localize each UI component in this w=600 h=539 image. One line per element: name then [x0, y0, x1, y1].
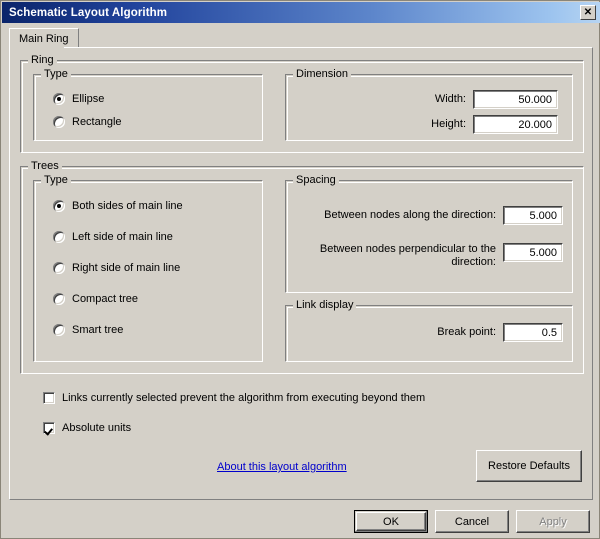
- ring-group-title: Ring: [28, 54, 57, 66]
- cancel-button[interactable]: Cancel: [435, 510, 509, 533]
- radio-ellipse[interactable]: Ellipse: [53, 93, 104, 105]
- restore-defaults-button[interactable]: Restore Defaults: [476, 450, 582, 482]
- break-point-label: Break point:: [386, 326, 496, 339]
- trees-group-title: Trees: [28, 160, 62, 172]
- trees-type-group-title: Type: [41, 174, 71, 186]
- radio-both-sides[interactable]: Both sides of main line: [53, 200, 183, 212]
- radio-smart-tree-label: Smart tree: [72, 324, 123, 336]
- width-value: 50.000: [518, 94, 552, 106]
- apply-button[interactable]: Apply: [516, 510, 590, 533]
- dialog-window: Schematic Layout Algorithm ✕ Main Ring R…: [0, 0, 600, 539]
- radio-compact-tree-indicator: [53, 293, 65, 305]
- radio-smart-tree-indicator: [53, 324, 65, 336]
- title-bar[interactable]: Schematic Layout Algorithm ✕: [2, 2, 600, 23]
- radio-both-sides-label: Both sides of main line: [72, 200, 183, 212]
- spacing-perpendicular-input[interactable]: 5.000: [503, 243, 563, 262]
- tab-strip: Main Ring: [9, 28, 593, 48]
- tab-main-ring[interactable]: Main Ring: [9, 28, 79, 48]
- radio-left-side-indicator: [53, 231, 65, 243]
- tab-main-ring-label: Main Ring: [19, 33, 69, 45]
- about-layout-algorithm-link[interactable]: About this layout algorithm: [217, 461, 347, 473]
- radio-rectangle-label: Rectangle: [72, 116, 122, 128]
- close-button[interactable]: ✕: [580, 5, 596, 20]
- height-value: 20.000: [518, 119, 552, 131]
- radio-rectangle[interactable]: Rectangle: [53, 116, 122, 128]
- spacing-along-label: Between nodes along the direction:: [296, 209, 496, 222]
- radio-compact-tree-label: Compact tree: [72, 293, 138, 305]
- break-point-value: 0.5: [542, 327, 557, 339]
- checkbox-absolute-units[interactable]: Absolute units: [43, 422, 131, 434]
- spacing-along-input[interactable]: 5.000: [503, 206, 563, 225]
- restore-defaults-label: Restore Defaults: [488, 460, 570, 472]
- spacing-perpendicular-value: 5.000: [529, 247, 557, 259]
- close-icon: ✕: [584, 8, 592, 18]
- ring-type-group-title: Type: [41, 68, 71, 80]
- window-title: Schematic Layout Algorithm: [2, 7, 167, 19]
- radio-left-side-label: Left side of main line: [72, 231, 173, 243]
- radio-ellipse-indicator: [53, 93, 65, 105]
- spacing-along-value: 5.000: [529, 210, 557, 222]
- trees-group: Trees Type Both sides of main line Left …: [20, 166, 584, 374]
- ok-button[interactable]: OK: [354, 510, 428, 533]
- dimension-group-title: Dimension: [293, 68, 351, 80]
- trees-type-group: Type Both sides of main line Left side o…: [33, 180, 263, 362]
- tab-panel: Ring Type Ellipse Rectangle Dimension Wi…: [9, 47, 593, 500]
- radio-right-side-indicator: [53, 262, 65, 274]
- checkbox-links-prevent-indicator: [43, 392, 55, 404]
- width-label: Width:: [396, 93, 466, 106]
- radio-compact-tree[interactable]: Compact tree: [53, 293, 138, 305]
- radio-left-side[interactable]: Left side of main line: [53, 231, 173, 243]
- dimension-group: Dimension Width: 50.000 Height: 20.000: [285, 74, 573, 141]
- ring-group: Ring Type Ellipse Rectangle Dimension Wi…: [20, 60, 584, 153]
- link-display-group-title: Link display: [293, 299, 356, 311]
- checkbox-links-prevent[interactable]: Links currently selected prevent the alg…: [43, 392, 425, 404]
- spacing-group-title: Spacing: [293, 174, 339, 186]
- ok-button-label: OK: [383, 516, 399, 528]
- apply-button-label: Apply: [539, 516, 567, 528]
- radio-right-side[interactable]: Right side of main line: [53, 262, 180, 274]
- checkbox-links-prevent-label: Links currently selected prevent the alg…: [62, 392, 425, 404]
- radio-right-side-label: Right side of main line: [72, 262, 180, 274]
- height-label: Height:: [396, 118, 466, 131]
- radio-ellipse-label: Ellipse: [72, 93, 104, 105]
- checkbox-absolute-units-label: Absolute units: [62, 422, 131, 434]
- spacing-group: Spacing Between nodes along the directio…: [285, 180, 573, 293]
- width-input[interactable]: 50.000: [473, 90, 558, 109]
- tab-seam: [10, 47, 64, 48]
- spacing-perpendicular-label: Between nodes perpendicular to the direc…: [296, 243, 496, 269]
- radio-rectangle-indicator: [53, 116, 65, 128]
- cancel-button-label: Cancel: [455, 516, 489, 528]
- checkbox-absolute-units-indicator: [43, 422, 55, 434]
- ring-type-group: Type Ellipse Rectangle: [33, 74, 263, 141]
- break-point-input[interactable]: 0.5: [503, 323, 563, 342]
- radio-both-sides-indicator: [53, 200, 65, 212]
- radio-smart-tree[interactable]: Smart tree: [53, 324, 123, 336]
- link-display-group: Link display Break point: 0.5: [285, 305, 573, 362]
- height-input[interactable]: 20.000: [473, 115, 558, 134]
